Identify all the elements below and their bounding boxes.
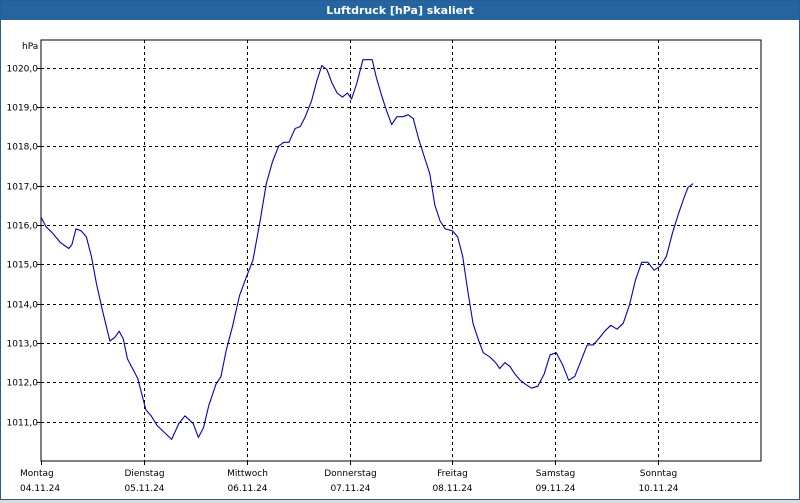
x-tick-label-day: Montag (20, 469, 54, 479)
y-tick-label: 1018,0 (7, 143, 39, 153)
x-tick-label-date: 08.11.24 (432, 484, 472, 494)
x-tick-label-date: 05.11.24 (124, 484, 164, 494)
x-tick-label-day: Dienstag (124, 469, 164, 479)
x-tick-label-date: 10.11.24 (638, 484, 678, 494)
y-tick-label: 1013,0 (7, 340, 39, 350)
x-tick-label-date: 07.11.24 (330, 484, 370, 494)
x-tick-label-day: Freitag (437, 469, 468, 479)
pressure-chart: 1011,0 1012,0 1013,0 1014,0 1015,0 1016,0 1017… (1, 20, 799, 499)
y-tick-label: 1014,0 (7, 301, 39, 311)
y-tick-label: 1020,0 (7, 65, 39, 75)
x-tick-label-day: Donnerstag (324, 469, 377, 479)
y-tick-label: 1016,0 (7, 222, 39, 232)
x-tick-label-date: 04.11.24 (20, 484, 60, 494)
y-tick-label: 1015,0 (7, 261, 39, 271)
x-tick-label-date: 09.11.24 (535, 484, 575, 494)
chart-window: Luftdruck [hPa] skaliert 1011,01012,0101… (0, 0, 800, 500)
y-tick-label: 1017,0 (7, 183, 39, 193)
y-axis-label: hPa (22, 42, 38, 52)
chart-area: 1011,0 1012,0 1013,0 1014,0 1015,0 1016,0 1017… (1, 20, 799, 499)
plot-frame (41, 40, 761, 461)
y-tick-label: 1011,0 (7, 419, 39, 429)
x-tick-label-date: 06.11.24 (227, 484, 267, 494)
x-tick-label-day: Samstag (536, 469, 575, 479)
chart-title: Luftdruck [hPa] skaliert (1, 1, 799, 20)
y-tick-label: 1012,0 (7, 379, 39, 389)
y-tick-label: 1019,0 (7, 104, 39, 114)
x-tick-label-day: Mittwoch (227, 469, 268, 479)
x-tick-label-day: Sonntag (640, 469, 677, 479)
